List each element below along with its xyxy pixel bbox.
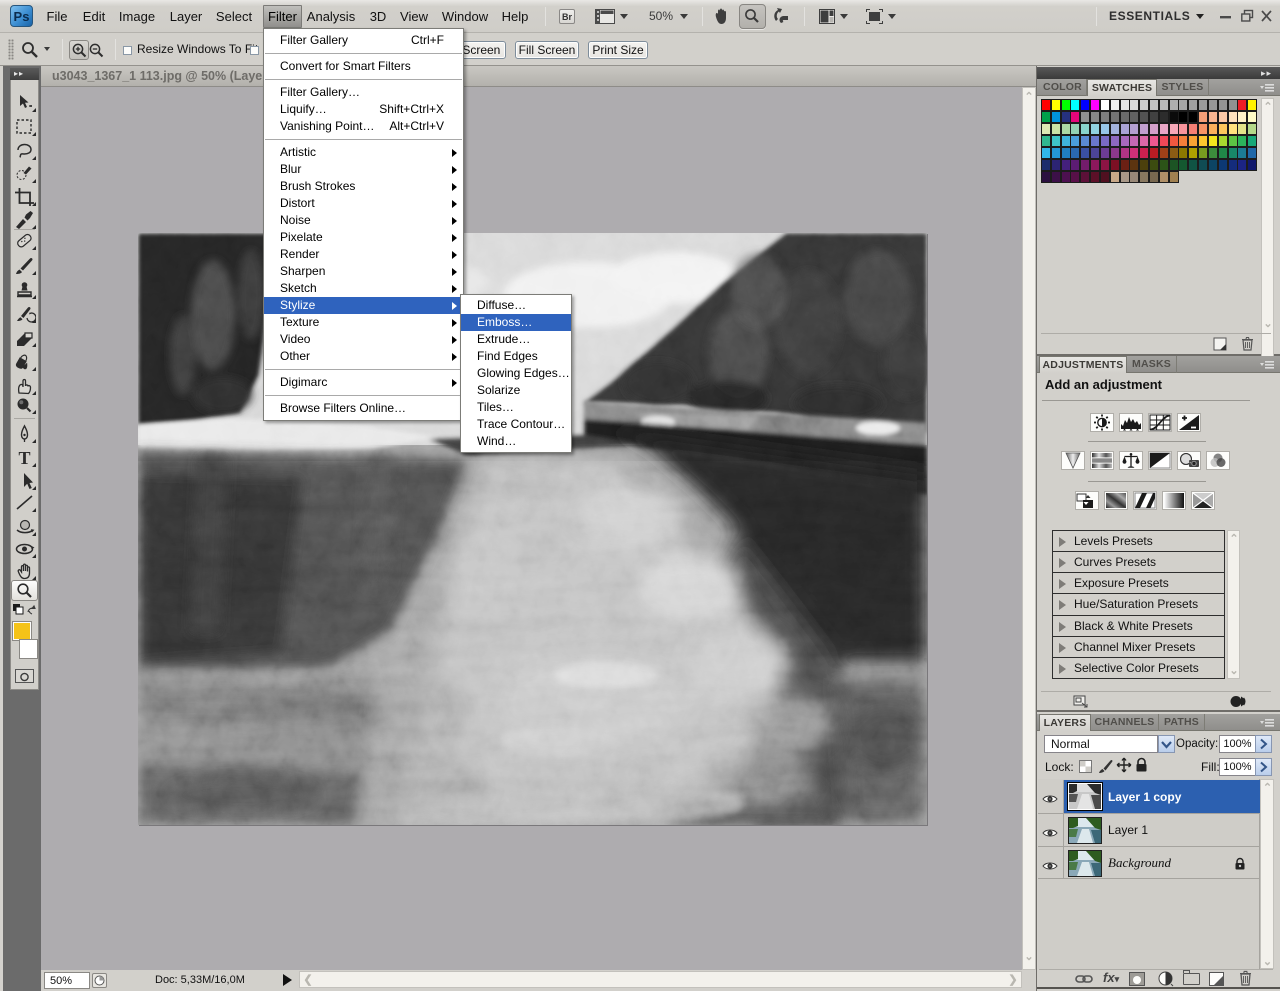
svg-text:T: T <box>18 448 30 468</box>
